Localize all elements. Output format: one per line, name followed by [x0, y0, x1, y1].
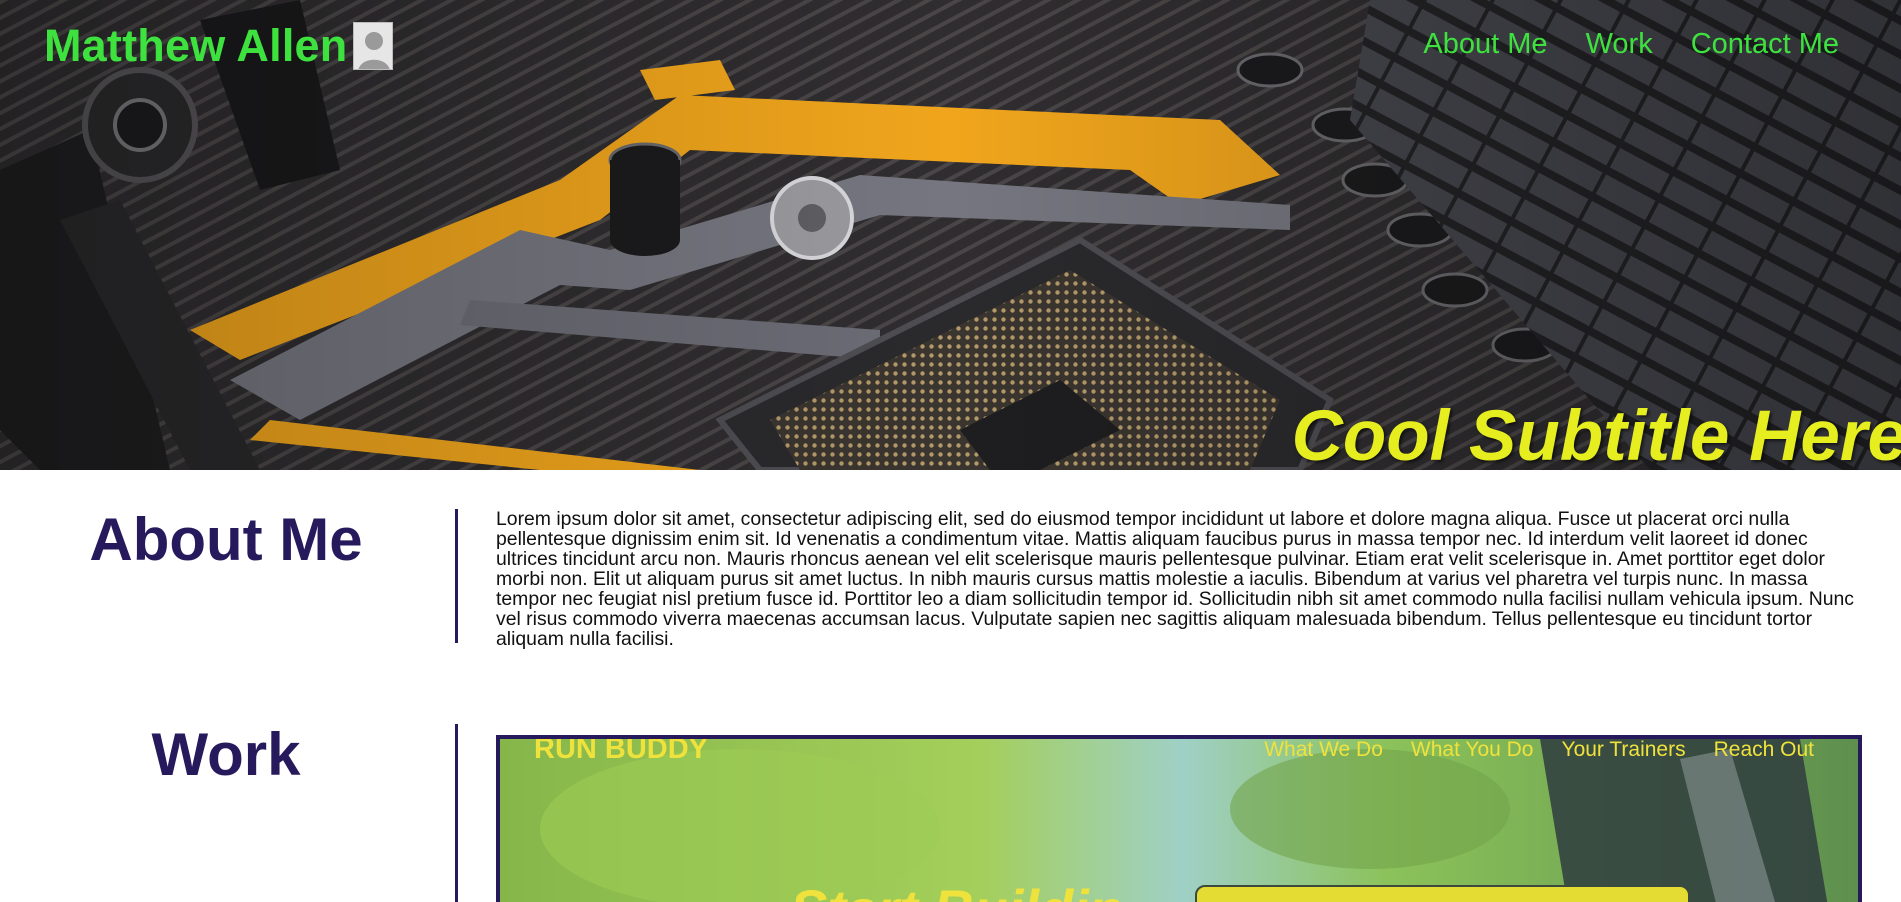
about-paragraph: Lorem ipsum dolor sit amet, consectetur …: [496, 508, 1854, 650]
run-buddy-nav: What We Do What You Do Your Trainers Rea…: [1264, 738, 1814, 762]
site-brand[interactable]: Matthew Allen: [44, 20, 394, 72]
hero-subtitle: Cool Subtitle Here: [1291, 397, 1901, 470]
run-buddy-heading: Start Buildin: [790, 877, 1123, 902]
run-buddy-signup-box: [1195, 885, 1690, 902]
nav-link-contact-me[interactable]: Contact Me: [1691, 28, 1839, 61]
about-divider: [455, 509, 458, 643]
run-buddy-nav-item: Reach Out: [1713, 738, 1814, 761]
work-divider: [455, 724, 458, 902]
avatar-placeholder-icon: [353, 22, 394, 70]
work-heading: Work: [151, 721, 301, 788]
run-buddy-nav-item: What You Do: [1410, 738, 1534, 761]
run-buddy-nav-item: What We Do: [1264, 738, 1383, 761]
run-buddy-project-card[interactable]: RUN BUDDY What We Do What You Do Your Tr…: [496, 735, 1862, 902]
hero-header: Matthew Allen About Me Work Contact Me C…: [0, 0, 1901, 470]
nav-link-work[interactable]: Work: [1586, 28, 1653, 61]
site-title[interactable]: Matthew Allen: [44, 20, 347, 72]
run-buddy-nav-item: Your Trainers: [1561, 738, 1686, 761]
nav-link-about-me[interactable]: About Me: [1423, 28, 1547, 61]
about-heading: About Me: [89, 506, 363, 573]
run-buddy-logo: RUN BUDDY: [534, 735, 708, 765]
main-nav: About Me Work Contact Me: [1423, 28, 1839, 61]
